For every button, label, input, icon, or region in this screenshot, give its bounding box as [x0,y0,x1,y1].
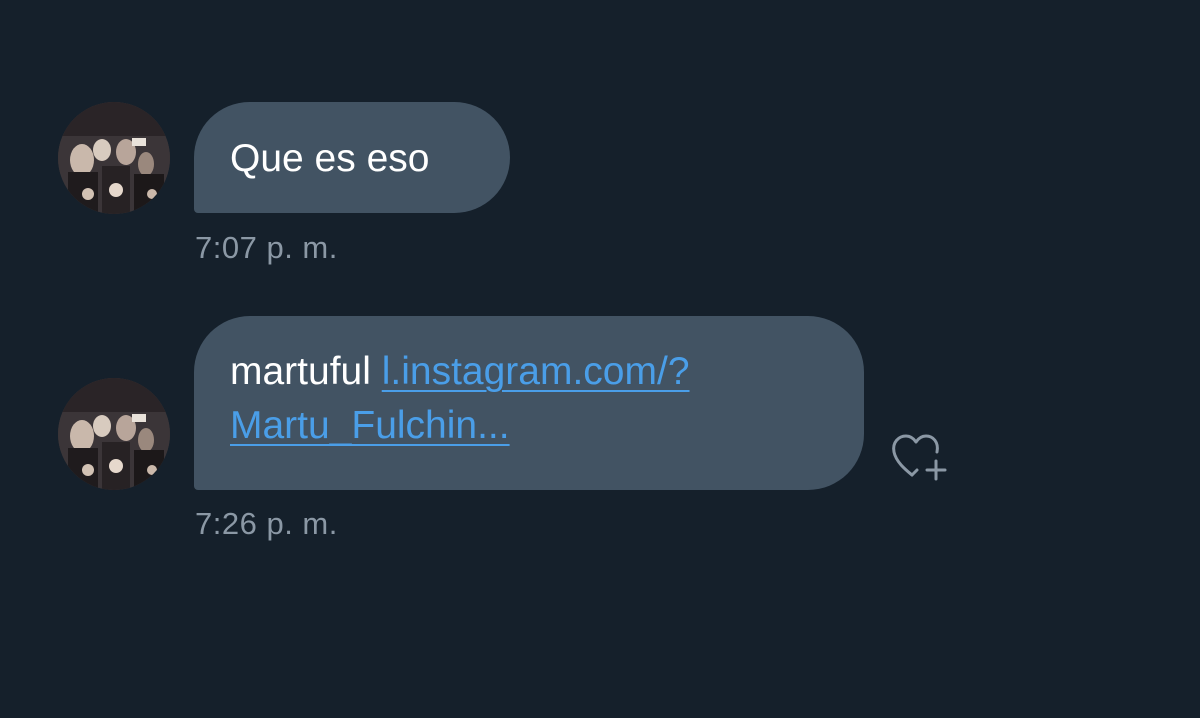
message-text: Que es eso [230,137,430,180]
add-reaction-button[interactable] [886,426,958,486]
avatar[interactable] [58,102,170,214]
avatar-photo [58,378,170,490]
message-bubble[interactable]: martuful l.instagram.com/?Martu_Fulchin.… [194,316,864,490]
message-sender-text: martuful [230,350,371,393]
message-thread: Que es eso 7:07 p. m. martuful l.instagr… [0,0,1200,718]
heart-plus-icon [892,434,947,481]
message-bubble[interactable]: Que es eso [194,102,510,213]
avatar[interactable] [58,378,170,490]
message-timestamp: 7:07 p. m. [195,230,338,265]
message-timestamp: 7:26 p. m. [195,506,338,541]
avatar-photo [58,102,170,214]
